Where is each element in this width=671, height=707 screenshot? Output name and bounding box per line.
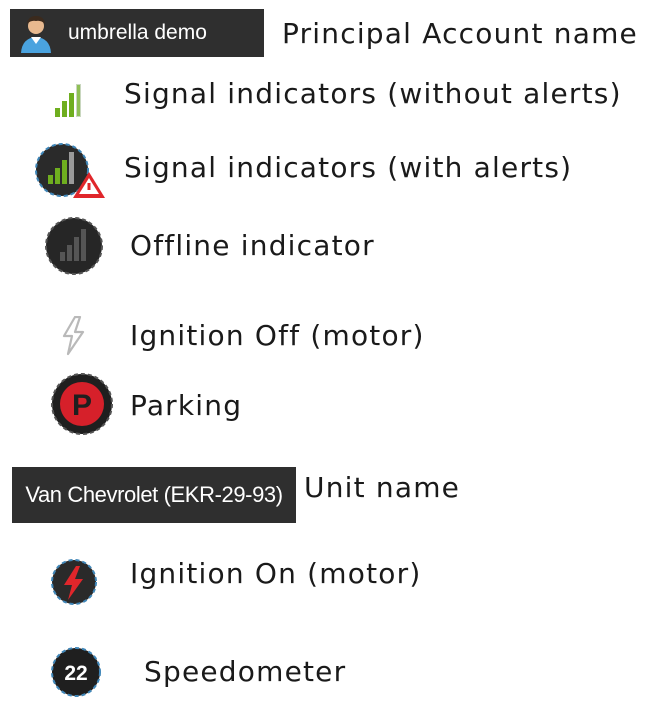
speedometer-label: Speedometer [144,655,347,688]
signal-bars-alert-icon [35,143,105,198]
signal-with-alerts-label: Signal indicators (with alerts) [124,151,573,184]
parking-label: Parking [130,389,243,422]
lightning-on-icon [51,559,97,605]
offline-label: Offline indicator [130,229,375,262]
signal-no-alerts-label: Signal indicators (without alerts) [124,77,622,110]
speed-value: 22 [64,662,87,685]
account-name-text: umbrella demo [68,21,207,44]
speedometer-icon: 22 [51,647,101,697]
account-name-badge[interactable]: umbrella demo [10,9,264,57]
parking-letter: P [72,389,92,422]
ignition-off-label: Ignition Off (motor) [130,319,425,352]
unit-name-text: Van Chevrolet (EKR-29-93) [25,482,283,507]
offline-signal-icon [45,217,103,275]
lightning-off-icon [62,316,85,356]
unit-name-label: Unit name [304,471,461,504]
parking-icon: P [51,373,113,435]
user-avatar-icon [21,16,51,53]
ignition-on-label: Ignition On (motor) [130,557,422,590]
unit-name-badge[interactable]: Van Chevrolet (EKR-29-93) [12,467,296,523]
account-name-label: Principal Account name [282,17,638,50]
signal-bars-icon [55,84,81,117]
